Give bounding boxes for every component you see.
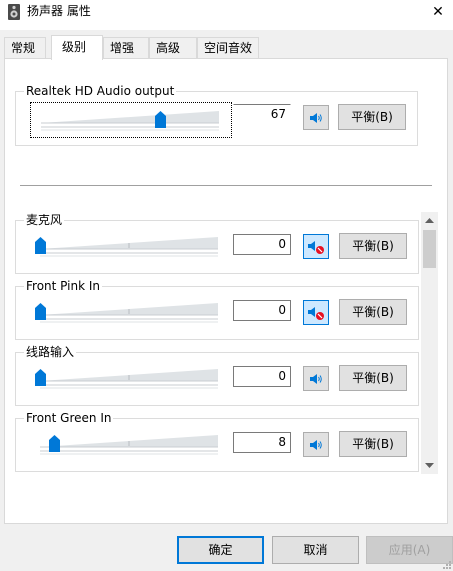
scroll-up-button[interactable] [421,212,438,229]
channel-value[interactable]: 0 [233,234,291,255]
scrollbar-thumb[interactable] [423,230,436,268]
speaker-muted-icon [308,240,324,254]
channel-label: 线路输入 [24,345,77,359]
tab-enhancements[interactable]: 增强 [103,37,149,59]
master-volume-value[interactable]: 67 [233,104,291,125]
speaker-icon [310,373,322,384]
channel-mute-button[interactable] [303,300,329,325]
slider-thumb[interactable] [35,303,46,320]
tab-general[interactable]: 常规 [4,37,46,59]
chevron-down-icon [425,462,434,468]
tab-advanced[interactable]: 高级 [149,37,197,59]
channel-balance-button[interactable]: 平衡(B) [339,233,407,259]
slider-thumb[interactable] [155,111,167,128]
channel-value[interactable]: 0 [233,300,291,321]
tab-levels[interactable]: 级别 [51,35,103,60]
apply-button[interactable]: 应用(A) [366,536,453,564]
master-device-label: Realtek HD Audio output [24,84,177,98]
channel-slider[interactable] [30,427,230,461]
channel-mute-button[interactable] [303,234,329,259]
vertical-scrollbar[interactable] [421,212,438,474]
slider-track [40,237,218,257]
channel-balance-button[interactable]: 平衡(B) [339,431,407,457]
channel-slider[interactable] [30,295,230,329]
channel-label: 麦克风 [24,213,65,227]
title-bar: 扬声器 属性 ✕ [0,0,453,30]
scroll-down-button[interactable] [421,457,438,474]
ok-button[interactable]: 确定 [177,536,264,564]
slider-track [41,111,219,131]
cancel-button[interactable]: 取消 [272,536,359,564]
speaker-muted-icon [308,306,324,320]
slider-track [40,303,218,323]
chevron-up-icon [425,217,434,223]
channel-list: 麦克风 0 平衡(B) Front Pink In 0 平衡(B) 线路输入 0… [11,209,439,475]
speaker-icon [310,439,322,450]
window-title: 扬声器 属性 [27,4,91,18]
close-icon: ✕ [432,4,444,20]
speaker-app-icon [8,4,20,20]
separator [20,185,432,186]
master-mute-button[interactable] [303,105,329,130]
slider-thumb[interactable] [35,237,46,254]
channel-slider[interactable] [30,361,230,395]
channel-label: Front Green In [24,411,114,425]
slider-track [40,369,218,389]
resize-grip-icon[interactable] [441,559,451,569]
slider-thumb[interactable] [49,435,61,452]
channel-label: Front Pink In [24,279,102,293]
channel-balance-button[interactable]: 平衡(B) [339,299,407,325]
tab-spatial-sound[interactable]: 空间音效 [197,37,259,59]
channel-mute-button[interactable] [303,432,329,457]
master-balance-button[interactable]: 平衡(B) [338,104,406,130]
speaker-icon [310,112,322,123]
channel-mute-button[interactable] [303,366,329,391]
channel-balance-button[interactable]: 平衡(B) [339,365,407,391]
close-button[interactable]: ✕ [423,0,453,24]
channel-value[interactable]: 8 [233,432,291,453]
channel-slider[interactable] [30,229,230,263]
slider-thumb[interactable] [35,369,46,386]
channel-value[interactable]: 0 [233,366,291,387]
master-volume-slider[interactable] [30,102,232,138]
